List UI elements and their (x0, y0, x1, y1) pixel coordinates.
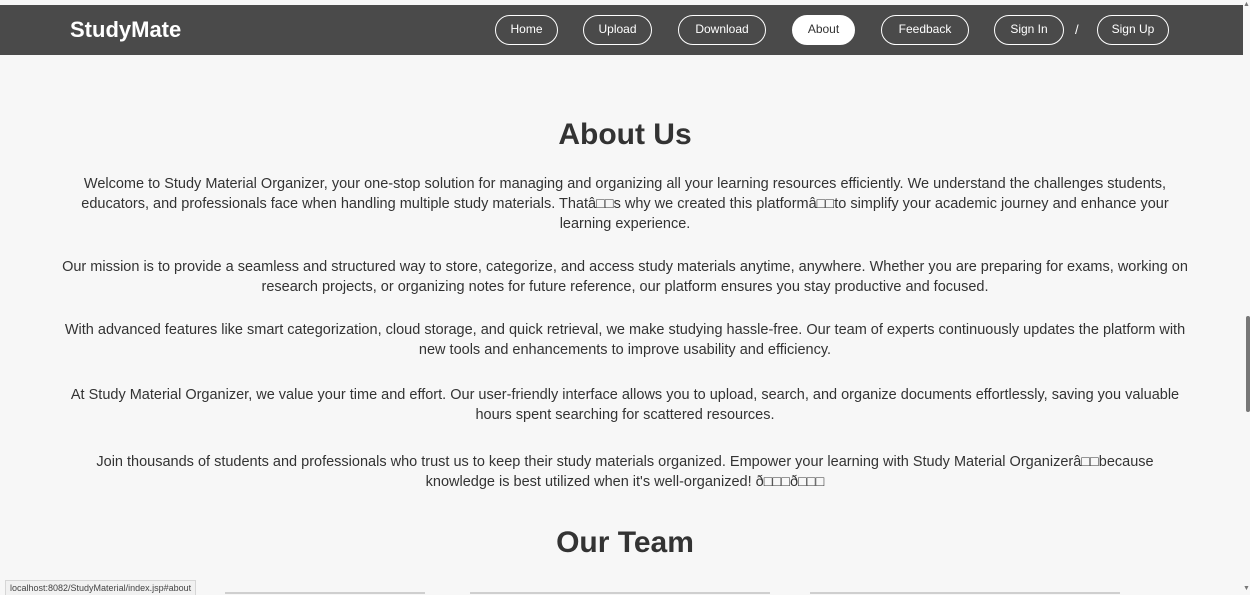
top-navbar: StudyMate Home Upload Download About Fee… (0, 5, 1243, 55)
nav-signin-button[interactable]: Sign In (994, 15, 1064, 45)
nav-feedback-button[interactable]: Feedback (881, 15, 969, 45)
about-heading: About Us (558, 118, 692, 151)
brand-logo[interactable]: StudyMate (70, 5, 181, 55)
chevron-down-icon[interactable]: ▼ (1243, 584, 1250, 594)
team-heading: Our Team (556, 526, 694, 559)
scrollbar-track[interactable] (1243, 0, 1250, 594)
about-paragraph-welcome: Welcome to Study Material Organizer, you… (81, 176, 1169, 232)
nav-upload-button[interactable]: Upload (583, 15, 652, 45)
nav-about-button[interactable]: About (792, 15, 855, 45)
about-paragraph-features: With advanced features like smart catego… (64, 322, 1186, 358)
about-paragraph-mission: Our mission is to provide a seamless and… (62, 259, 1188, 295)
about-paragraph-join: Join thousands of students and professio… (96, 454, 1154, 490)
about-paragraph-value: At Study Material Organizer, we value yo… (70, 387, 1180, 423)
scrollbar-thumb[interactable] (1246, 316, 1250, 412)
nav-download-button[interactable]: Download (678, 15, 766, 45)
status-bar-url: localhost:8082/StudyMaterial/index.jsp#a… (5, 580, 197, 595)
nav-home-button[interactable]: Home (495, 15, 558, 45)
nav-signup-button[interactable]: Sign Up (1097, 15, 1169, 45)
nav-separator: / (1075, 22, 1079, 37)
chevron-up-icon[interactable]: ▲ (1243, 0, 1250, 10)
